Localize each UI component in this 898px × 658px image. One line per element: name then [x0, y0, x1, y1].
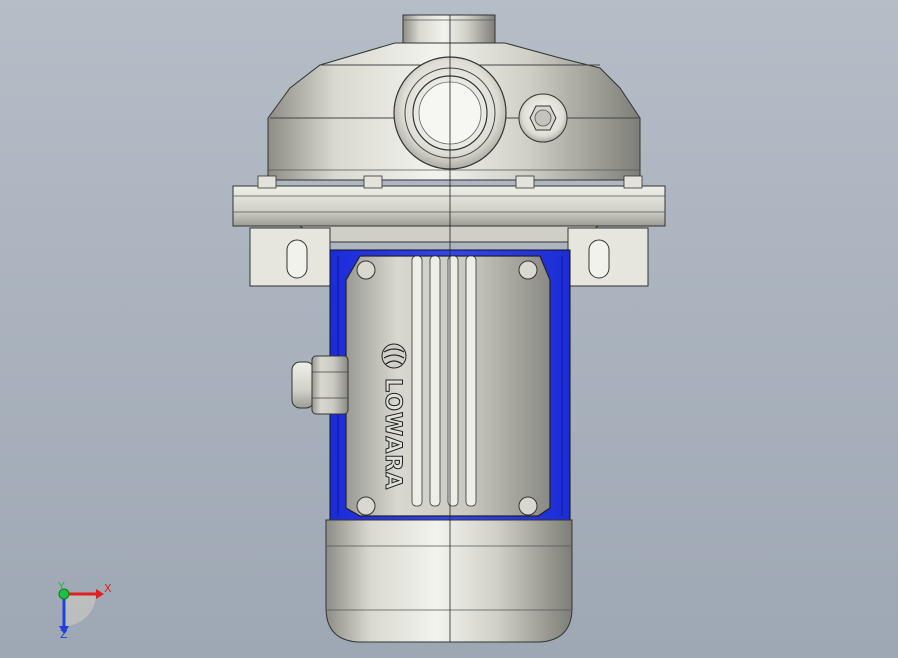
brand-label: LOWARA	[380, 378, 405, 490]
motor-end-cover[interactable]	[325, 519, 573, 643]
brand-logo-icon	[381, 343, 407, 369]
x-axis-label: X	[104, 582, 112, 595]
screw-icon	[518, 496, 538, 516]
screw-icon	[356, 496, 376, 516]
cad-viewport[interactable]: LOWARA X Y Z	[0, 0, 898, 658]
y-axis-label: Y	[57, 580, 65, 593]
pump-motor-model[interactable]: LOWARA X Y Z	[0, 0, 898, 658]
mounting-bracket-left[interactable]	[249, 227, 331, 287]
vent-bolt-icon[interactable]	[518, 93, 568, 143]
screw-icon	[518, 260, 538, 280]
coordinate-triad: X Y Z	[57, 580, 112, 641]
top-cap[interactable]	[402, 14, 496, 44]
mounting-bracket-right[interactable]	[567, 227, 649, 287]
screw-icon	[356, 260, 376, 280]
cable-gland[interactable]	[291, 355, 349, 415]
terminal-box[interactable]: LOWARA	[345, 255, 551, 517]
z-axis-label: Z	[60, 628, 68, 641]
